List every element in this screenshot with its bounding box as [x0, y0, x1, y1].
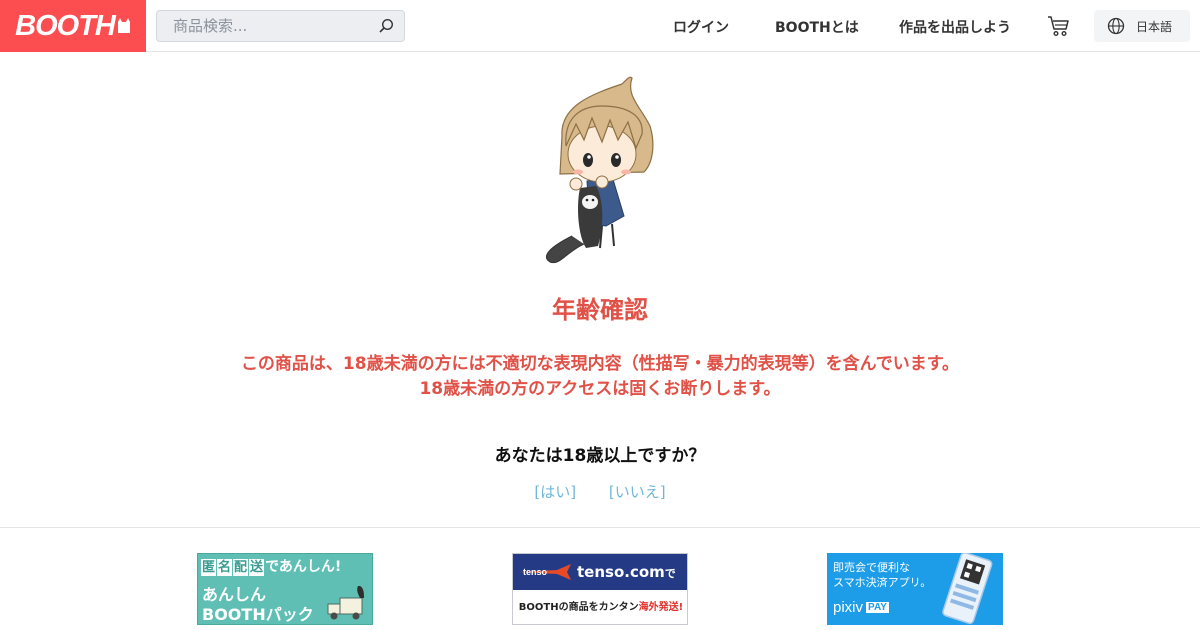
anon-banner-headline: 匿名配送であんしん! — [201, 556, 341, 576]
anon-banner-line-2: BOOTHパック — [202, 605, 314, 624]
age-question: あなたは18歳以上ですか？ — [494, 446, 706, 466]
tenso-banner[interactable]: tenso tenso.comで BOOTHの商品をカンタン海外発送! — [512, 553, 688, 625]
nav-login-link[interactable]: ログイン — [673, 17, 729, 37]
logo-text: BOOTH — [15, 9, 116, 42]
pixiv-pay-logo: pixiv PAY — [833, 599, 889, 616]
answer-links: [はい] [いいえ] — [0, 481, 1200, 502]
anon-top-rest: であんしん! — [265, 559, 342, 575]
language-label: 日本語 — [1136, 19, 1173, 34]
search-input[interactable] — [157, 11, 372, 41]
search-icon[interactable] — [378, 18, 394, 34]
page-title: 年齢確認 — [552, 296, 648, 324]
smartphone-icon — [942, 553, 993, 625]
tenso-name-suffix: で — [664, 567, 676, 580]
tenso-plane-label: tenso — [523, 567, 548, 577]
pixiv-pay-banner[interactable]: 即売会で便利な スマホ決済アプリ。 pixiv PAY — [827, 553, 1003, 625]
booth-logo[interactable]: BOOTH — [0, 0, 146, 52]
anonymous-shipping-banner[interactable]: 匿名配送であんしん! あんしん BOOTHパック — [197, 553, 373, 625]
globe-icon — [1107, 17, 1125, 35]
age-warning: この商品は、18歳未満の方には不適切な表現内容（性描写・暴力的表現等）を含んでい… — [0, 352, 1200, 402]
warning-line-1: この商品は、18歳未満の方には不適切な表現内容（性描写・暴力的表現等）を含んでい… — [240, 354, 960, 374]
pixiv-logo-text: pixiv — [833, 599, 864, 616]
tenso-caption-black: BOOTHの商品をカンタン — [518, 602, 639, 613]
anon-box-2: 名 — [217, 559, 233, 576]
pixiv-pay-badge: PAY — [866, 602, 889, 613]
tenso-banner-top: tenso tenso.comで — [513, 554, 687, 590]
divider — [0, 527, 1200, 528]
tenso-banner-caption: BOOTHの商品をカンタン海外発送! — [513, 598, 687, 613]
anon-box-1: 匿 — [201, 559, 217, 576]
tenso-name-text: tenso.com — [577, 563, 665, 581]
delivery-truck-icon — [327, 586, 364, 620]
site-header: BOOTH ログイン BOOTHとは 作品を出品しよう 日本語 — [0, 0, 1200, 52]
tenso-name: tenso.comで — [577, 563, 676, 581]
language-selector[interactable]: 日本語 — [1094, 10, 1190, 42]
anon-box-3: 配 — [233, 559, 249, 576]
anon-box-4: 送 — [249, 559, 265, 576]
tenso-caption-red: 海外発送! — [638, 602, 684, 613]
no-link[interactable]: [いいえ] — [609, 483, 666, 501]
cart-icon[interactable] — [1047, 14, 1071, 38]
pixiv-banner-line-1: 即売会で便利な — [833, 561, 910, 574]
search-box — [156, 10, 405, 42]
mascot-illustration — [545, 76, 654, 264]
nav-about-link[interactable]: BOOTHとは — [775, 17, 859, 37]
nav-sell-link[interactable]: 作品を出品しよう — [899, 17, 1011, 37]
yes-link[interactable]: [はい] — [534, 483, 576, 501]
warning-line-2: 18歳未満の方のアクセスは固くお断りします。 — [419, 379, 781, 399]
pixiv-banner-line-2: スマホ決済アプリ。 — [833, 576, 932, 589]
airplane-icon: tenso — [519, 564, 571, 580]
cat-logo-icon — [117, 18, 130, 33]
